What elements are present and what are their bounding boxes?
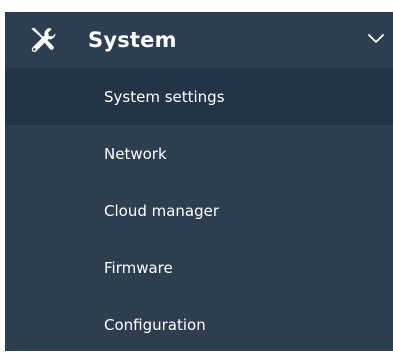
submenu-item-network[interactable]: Network [5, 125, 393, 182]
submenu-item-system-settings[interactable]: System settings [5, 68, 393, 125]
system-submenu: System settings Network Cloud manager Fi… [5, 68, 393, 351]
submenu-item-configuration[interactable]: Configuration [5, 296, 393, 351]
submenu-item-label: System settings [104, 88, 225, 106]
submenu-item-label: Network [104, 145, 167, 163]
submenu-item-cloud-manager[interactable]: Cloud manager [5, 182, 393, 239]
submenu-item-label: Firmware [104, 259, 173, 277]
chevron-down-icon[interactable] [366, 32, 386, 46]
submenu-item-label: Configuration [104, 316, 206, 334]
section-title: System [88, 28, 177, 52]
system-section-header[interactable]: System [5, 12, 393, 68]
submenu-item-label: Cloud manager [104, 202, 220, 220]
wrench-screwdriver-icon [28, 25, 58, 55]
sidebar-menu: System System settings Network Cloud man… [5, 12, 393, 351]
submenu-item-firmware[interactable]: Firmware [5, 239, 393, 296]
screenshot-frame: System System settings Network Cloud man… [0, 0, 393, 355]
